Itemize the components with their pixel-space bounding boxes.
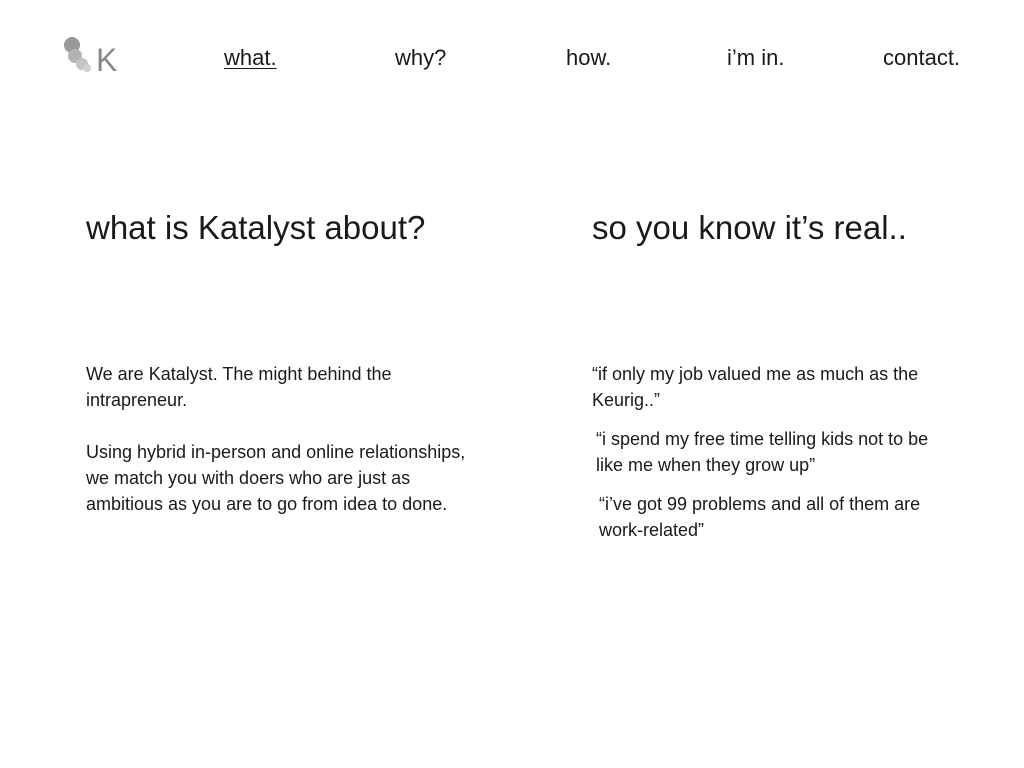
testimonial-quote: “if only my job valued me as much as the… bbox=[592, 364, 919, 410]
about-paragraph-intro: We are Katalyst. The might behind the in… bbox=[86, 364, 392, 410]
testimonial-quote: “i’ve got 99 problems and all of them ar… bbox=[599, 494, 921, 540]
main-nav: what. why? how. i’m in. contact. bbox=[0, 44, 1024, 74]
testimonials-heading: so you know it’s real.. bbox=[592, 209, 907, 246]
about-paragraph-details: Using hybrid in-person and online relati… bbox=[86, 442, 466, 514]
nav-contact[interactable]: contact. bbox=[883, 44, 960, 72]
nav-how[interactable]: how. bbox=[566, 44, 611, 72]
nav-why[interactable]: why? bbox=[395, 44, 446, 72]
nav-what[interactable]: what. bbox=[224, 44, 277, 72]
testimonial-quote: “i spend my free time telling kids not t… bbox=[596, 429, 929, 475]
page: K what. why? how. i’m in. contact. what … bbox=[0, 0, 1024, 768]
nav-im-in[interactable]: i’m in. bbox=[727, 44, 784, 72]
about-heading: what is Katalyst about? bbox=[86, 209, 426, 246]
